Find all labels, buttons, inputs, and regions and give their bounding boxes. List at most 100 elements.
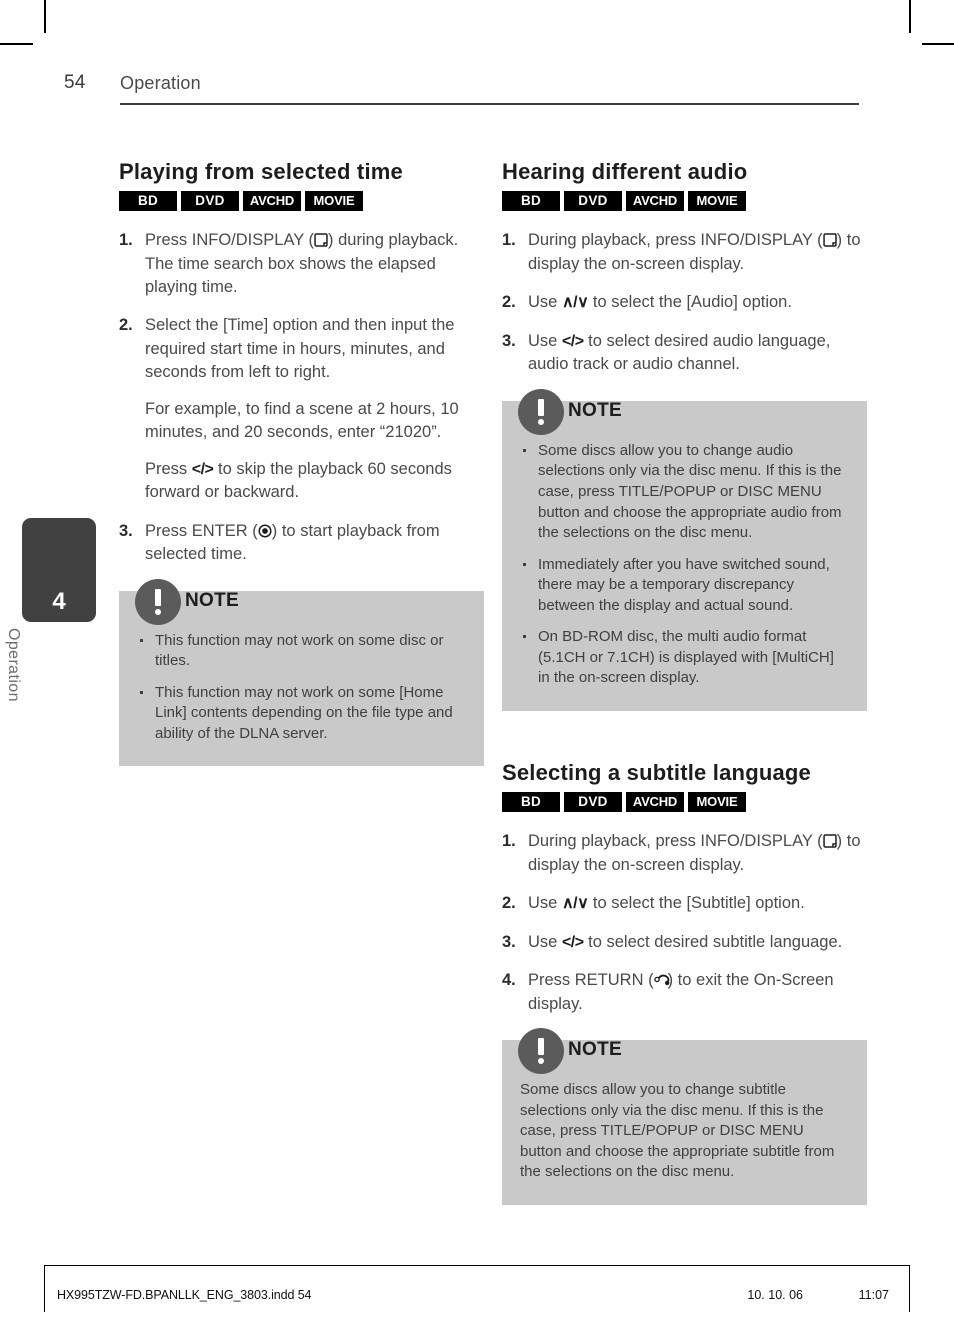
key-glyph: </>	[561, 332, 584, 350]
badge-bd: BD	[119, 191, 177, 212]
step-number: 3.	[119, 521, 133, 540]
chapter-tab: 4	[22, 518, 96, 622]
step-number: 1.	[502, 231, 516, 250]
step-number: 2.	[502, 893, 516, 912]
info-display-icon	[822, 231, 837, 247]
steps-playing-from-selected-time: 1. Press INFO/DISPLAY () during playback.…	[119, 229, 484, 566]
print-footer: HX995TZW-FD.BPANLLK_ENG_3803.indd 54 10.…	[44, 1265, 910, 1312]
note-box-selecting-a-subtitle-language: NOTE Some discs allow you to change subt…	[502, 1028, 867, 1205]
key-glyph: ∧/∨	[561, 294, 589, 312]
step-item: 1. During playback, press INFO/DISPLAY ()…	[502, 830, 867, 877]
key-glyph: </>	[191, 460, 214, 478]
media-badges-selecting-a-subtitle-language: BD DVD AVCHD MOVIE	[502, 792, 867, 813]
key-glyph: </>	[561, 933, 584, 951]
step-number: 1.	[502, 832, 516, 851]
right-column: Hearing different audio BD DVD AVCHD MOV…	[502, 159, 867, 1205]
steps-selecting-a-subtitle-language: 1. During playback, press INFO/DISPLAY ()…	[502, 830, 867, 1016]
note-title: NOTE	[568, 1039, 622, 1061]
note-bullet-item: Immediately after you have switched soun…	[520, 555, 849, 617]
note-header: NOTE	[518, 388, 622, 435]
info-display-icon	[822, 832, 837, 848]
note-header: NOTE	[518, 1028, 622, 1075]
step-item: 1. Press INFO/DISPLAY () during playback.…	[119, 229, 484, 299]
header-chapter-title: Operation	[120, 73, 201, 93]
note-bullet-item: On BD-ROM disc, the multi audio format (…	[520, 627, 849, 689]
step-item: 2. Use ∧/∨ to select the [Audio] option.	[502, 291, 867, 315]
step-item: 1. During playback, press INFO/DISPLAY ()…	[502, 229, 867, 276]
note-title: NOTE	[185, 589, 239, 611]
chapter-tab-number: 4	[52, 588, 66, 615]
note-bullets: This function may not work on some disc …	[137, 631, 466, 745]
section-title-playing-from-selected-time: Playing from selected time	[119, 159, 403, 184]
step-number: 3.	[502, 331, 516, 350]
step-text: Press ENTER () to start playback from se…	[145, 521, 440, 564]
badge-dvd: DVD	[564, 792, 622, 813]
badge-avchd: AVCHD	[626, 191, 684, 212]
badge-dvd: DVD	[181, 191, 239, 212]
enter-icon	[258, 522, 272, 538]
step-number: 3.	[502, 932, 516, 951]
badge-bd: BD	[502, 792, 560, 813]
step-text: Select the [Time] option and then input …	[145, 316, 455, 382]
exclamation-icon	[135, 578, 181, 625]
chapter-tab-label: Operation	[5, 628, 22, 702]
info-display-icon	[314, 231, 328, 247]
step-text: Press INFO/DISPLAY () during playback. T…	[145, 231, 459, 297]
step-item: 2. Use ∧/∨ to select the [Subtitle] optio…	[502, 892, 867, 916]
step-text: Use </> to select desired subtitle langu…	[528, 932, 843, 951]
step-sub-paragraph: For example, to find a scene at 2 hours,…	[145, 399, 459, 442]
step-number: 2.	[502, 293, 516, 312]
left-column: Playing from selected time BD DVD AVCHD …	[119, 159, 484, 767]
header-rule	[120, 103, 859, 105]
crop-mark-top-left-horizontal	[0, 43, 33, 45]
step-number: 1.	[119, 231, 133, 250]
badge-movie: MOVIE	[688, 191, 746, 212]
step-item: 2. Select the [Time] option and then inpu…	[119, 314, 484, 504]
note-bullet-item: This function may not work on some disc …	[137, 631, 466, 672]
note-bullets: Some discs allow you to change audio sel…	[520, 441, 849, 689]
note-title: NOTE	[568, 399, 622, 421]
badge-dvd: DVD	[564, 191, 622, 212]
exclamation-icon	[518, 1028, 564, 1075]
page-number: 54	[64, 72, 86, 93]
step-text: During playback, press INFO/DISPLAY () t…	[528, 832, 861, 874]
note-bullet-item: This function may not work on some [Home…	[137, 683, 466, 745]
step-text: Press RETURN () to exit the On-Screen di…	[528, 971, 834, 1013]
step-number: 4.	[502, 971, 516, 990]
step-sub-paragraph: Press </> to skip the playback 60 second…	[145, 459, 452, 502]
step-text: Use ∧/∨ to select the [Subtitle] option.	[528, 893, 805, 912]
step-text: During playback, press INFO/DISPLAY () t…	[528, 231, 861, 273]
page-header: 54 Operation	[64, 72, 859, 106]
step-text: Use ∧/∨ to select the [Audio] option.	[528, 293, 792, 312]
badge-avchd: AVCHD	[626, 792, 684, 813]
badge-bd: BD	[502, 191, 560, 212]
footer-filename: HX995TZW-FD.BPANLLK_ENG_3803.indd 54	[57, 1288, 312, 1302]
note-bullet-item: Some discs allow you to change audio sel…	[520, 441, 849, 544]
crop-mark-top-right-vertical	[909, 0, 911, 33]
note-paragraph: Some discs allow you to change subtitle …	[520, 1081, 835, 1181]
badge-movie: MOVIE	[688, 792, 746, 813]
crop-mark-top-left-vertical	[44, 0, 46, 33]
media-badges-hearing-different-audio: BD DVD AVCHD MOVIE	[502, 191, 867, 212]
footer-date: 10. 10. 06	[747, 1288, 803, 1302]
note-box-playing-from-selected-time: NOTE This function may not work on some …	[119, 578, 484, 767]
crop-mark-top-right-horizontal	[922, 43, 954, 45]
step-item: 3. Press ENTER () to start playback from …	[119, 520, 484, 567]
exclamation-icon	[518, 388, 564, 435]
step-item: 4. Press RETURN () to exit the On-Screen …	[502, 969, 867, 1016]
note-header: NOTE	[135, 578, 239, 625]
footer-time: 11:07	[858, 1288, 889, 1302]
return-icon	[653, 971, 669, 986]
note-box-hearing-different-audio: NOTE Some discs allow you to change audi…	[502, 388, 867, 711]
step-item: 3. Use </> to select desired audio langua…	[502, 330, 867, 377]
media-badges-playing-from-selected-time: BD DVD AVCHD MOVIE	[119, 191, 484, 212]
badge-avchd: AVCHD	[243, 191, 301, 212]
section-title-selecting-a-subtitle-language: Selecting a subtitle language	[502, 759, 811, 785]
badge-movie: MOVIE	[305, 191, 363, 212]
step-item: 3. Use </> to select desired subtitle lan…	[502, 931, 867, 955]
key-glyph: ∧/∨	[561, 894, 589, 912]
section-title-hearing-different-audio: Hearing different audio	[502, 159, 748, 184]
steps-hearing-different-audio: 1. During playback, press INFO/DISPLAY ()…	[502, 229, 867, 377]
step-number: 2.	[119, 316, 133, 335]
step-text: Use </> to select desired audio language…	[528, 331, 831, 374]
